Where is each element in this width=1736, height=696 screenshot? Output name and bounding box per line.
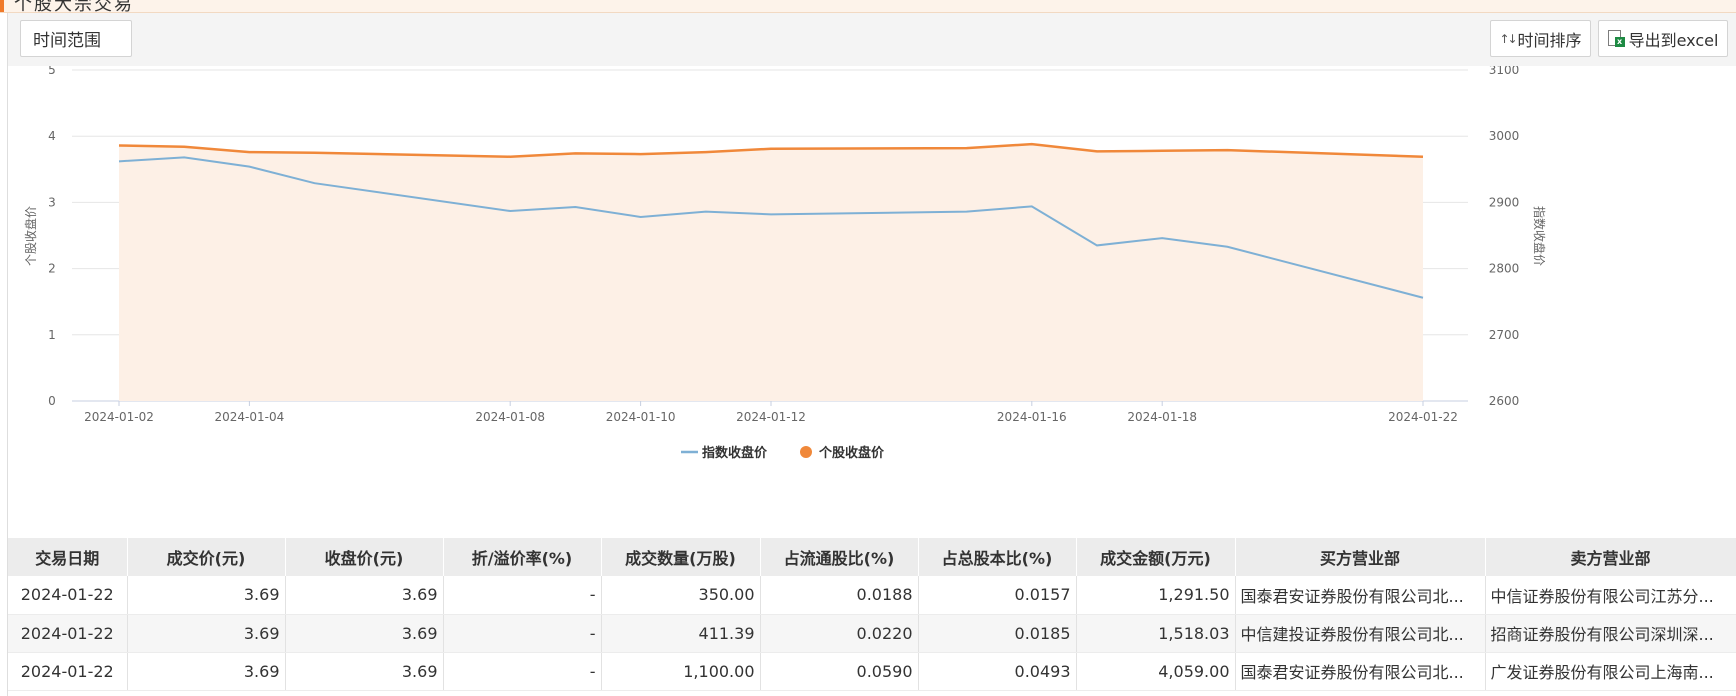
- column-header: 买方营业部: [1235, 538, 1486, 576]
- time-range-label: 时间范围: [33, 31, 101, 51]
- price-chart: 0 1 2 3 4 5 2600 2700 2800 2900 3000 3100 2024-01-02…: [23, 66, 1547, 461]
- table-cell: 广发证券股份有限公司上海南...: [1485, 652, 1736, 691]
- x-tick-label: 2024-01-18: [1127, 410, 1197, 424]
- table-cell: -: [443, 652, 602, 691]
- y-left-tick-label: 0: [48, 394, 56, 408]
- time-sort-label: 时间排序: [1517, 30, 1582, 50]
- table-cell: 3.69: [285, 652, 444, 691]
- x-tick-label: 2024-01-22: [1388, 410, 1458, 424]
- legend-stock-swatch: [800, 446, 812, 458]
- table-cell: 3.69: [285, 576, 444, 615]
- table-row[interactable]: 2024-01-22 3.69 3.69-411.39 0.0220 0.0185 1,5…: [8, 614, 1736, 653]
- table-body: 2024-01-22 3.69 3.69-350.00 0.0188 0.0157 1,2…: [8, 576, 1736, 691]
- table-cell: 中信证券股份有限公司江苏分...: [1485, 576, 1736, 615]
- table-cell: -: [443, 614, 602, 653]
- section-header-marker: [0, 0, 4, 12]
- column-header: 交易日期: [8, 538, 128, 576]
- table-cell: 0.0157: [918, 576, 1077, 615]
- x-tick-label: 2024-01-16: [997, 410, 1067, 424]
- table-cell: 411.39: [601, 614, 761, 653]
- table-cell: 0.0185: [918, 614, 1077, 653]
- section-title: 个股大宗交易: [14, 0, 134, 13]
- y-right-tick-label: 3100: [1489, 66, 1520, 77]
- column-header: 成交价(元): [127, 538, 286, 576]
- x-tick-label: 2024-01-10: [606, 410, 676, 424]
- x-tick-label: 2024-01-04: [215, 410, 285, 424]
- table-cell: 1,100.00: [601, 652, 761, 691]
- time-range-button[interactable]: 时间范围: [20, 20, 132, 57]
- table-cell: 2024-01-22: [8, 576, 128, 615]
- table-cell: 国泰君安证券股份有限公司北...: [1235, 576, 1486, 615]
- table-cell: 350.00: [601, 576, 761, 615]
- table-cell: 招商证券股份有限公司深圳深...: [1485, 614, 1736, 653]
- table-row[interactable]: 2024-01-22 3.69 3.69-350.00 0.0188 0.0157 1,2…: [8, 576, 1736, 615]
- table-cell: 3.69: [127, 652, 286, 691]
- column-header: 成交金额(万元): [1076, 538, 1236, 576]
- table-cell: 3.69: [127, 614, 286, 653]
- export-excel-label: 导出到excel: [1628, 30, 1719, 50]
- table-cell: 3.69: [127, 576, 286, 615]
- y-left-tick-label: 4: [48, 129, 56, 143]
- table-cell: 0.0493: [918, 652, 1077, 691]
- y-right-axis-title: 指数收盘价: [1532, 206, 1547, 266]
- column-header: 占流通股比(%): [760, 538, 919, 576]
- excel-file-icon: x: [1607, 29, 1625, 48]
- column-header: 收盘价(元): [285, 538, 444, 576]
- table-cell: 中信建投证券股份有限公司北...: [1235, 614, 1486, 653]
- column-header: 折/溢价率(%): [443, 538, 602, 576]
- sort-arrows-icon: ↑↓: [1499, 31, 1517, 46]
- section-header-strip: 个股大宗交易: [0, 0, 1736, 13]
- legend-index-label: 指数收盘价: [702, 445, 768, 461]
- table-cell: -: [443, 576, 602, 615]
- table-cell: 0.0188: [760, 576, 919, 615]
- table-cell: 2024-01-22: [8, 614, 128, 653]
- table-cell: 4,059.00: [1076, 652, 1236, 691]
- page: 个股大宗交易 时间范围 ↑↓ 时间排序 x 导出到excel 0 1 2 3 4 5 260…: [0, 0, 1736, 696]
- table-row[interactable]: 2024-01-22 3.69 3.69-1,100.00 0.0590 0.0493 4…: [8, 652, 1736, 691]
- y-right-tick-label: 3000: [1489, 129, 1520, 143]
- table-cell: 3.69: [285, 614, 444, 653]
- table-cell: 1,518.03: [1076, 614, 1236, 653]
- time-sort-button[interactable]: ↑↓ 时间排序: [1490, 20, 1591, 57]
- table-cell: 0.0220: [760, 614, 919, 653]
- y-right-tick-label: 2900: [1489, 195, 1520, 209]
- y-left-tick-label: 2: [48, 262, 56, 276]
- table-cell: 1,291.50: [1076, 576, 1236, 615]
- x-tick-label: 2024-01-12: [736, 410, 806, 424]
- y-left-tick-label: 3: [48, 195, 56, 209]
- y-right-tick-label: 2700: [1489, 328, 1520, 342]
- toolbar: 时间范围 ↑↓ 时间排序 x 导出到excel: [8, 13, 1736, 66]
- column-header: 卖方营业部: [1485, 538, 1736, 576]
- y-left-tick-label: 1: [48, 328, 56, 342]
- y-left-axis-title: 个股收盘价: [23, 206, 38, 266]
- table-cell: 2024-01-22: [8, 652, 128, 691]
- block-trade-table: 交易日期 成交价(元) 收盘价(元) 折/溢价率(%) 成交数量(万股) 占流通股比(%)…: [8, 538, 1736, 691]
- x-tick-label: 2024-01-08: [475, 410, 545, 424]
- column-header: 占总股本比(%): [918, 538, 1077, 576]
- legend-stock-label: 个股收盘价: [818, 445, 885, 461]
- y-right-tick-label: 2800: [1489, 262, 1520, 276]
- table-cell: 国泰君安证券股份有限公司北...: [1235, 652, 1486, 691]
- x-tick-label: 2024-01-02: [84, 410, 154, 424]
- column-header: 成交数量(万股): [601, 538, 761, 576]
- y-right-tick-label: 2600: [1489, 394, 1520, 408]
- table-cell: 0.0590: [760, 652, 919, 691]
- y-left-tick-label: 5: [48, 66, 56, 77]
- table-header-row: 交易日期 成交价(元) 收盘价(元) 折/溢价率(%) 成交数量(万股) 占流通股比(%)…: [8, 538, 1736, 576]
- export-excel-button[interactable]: x 导出到excel: [1598, 20, 1728, 57]
